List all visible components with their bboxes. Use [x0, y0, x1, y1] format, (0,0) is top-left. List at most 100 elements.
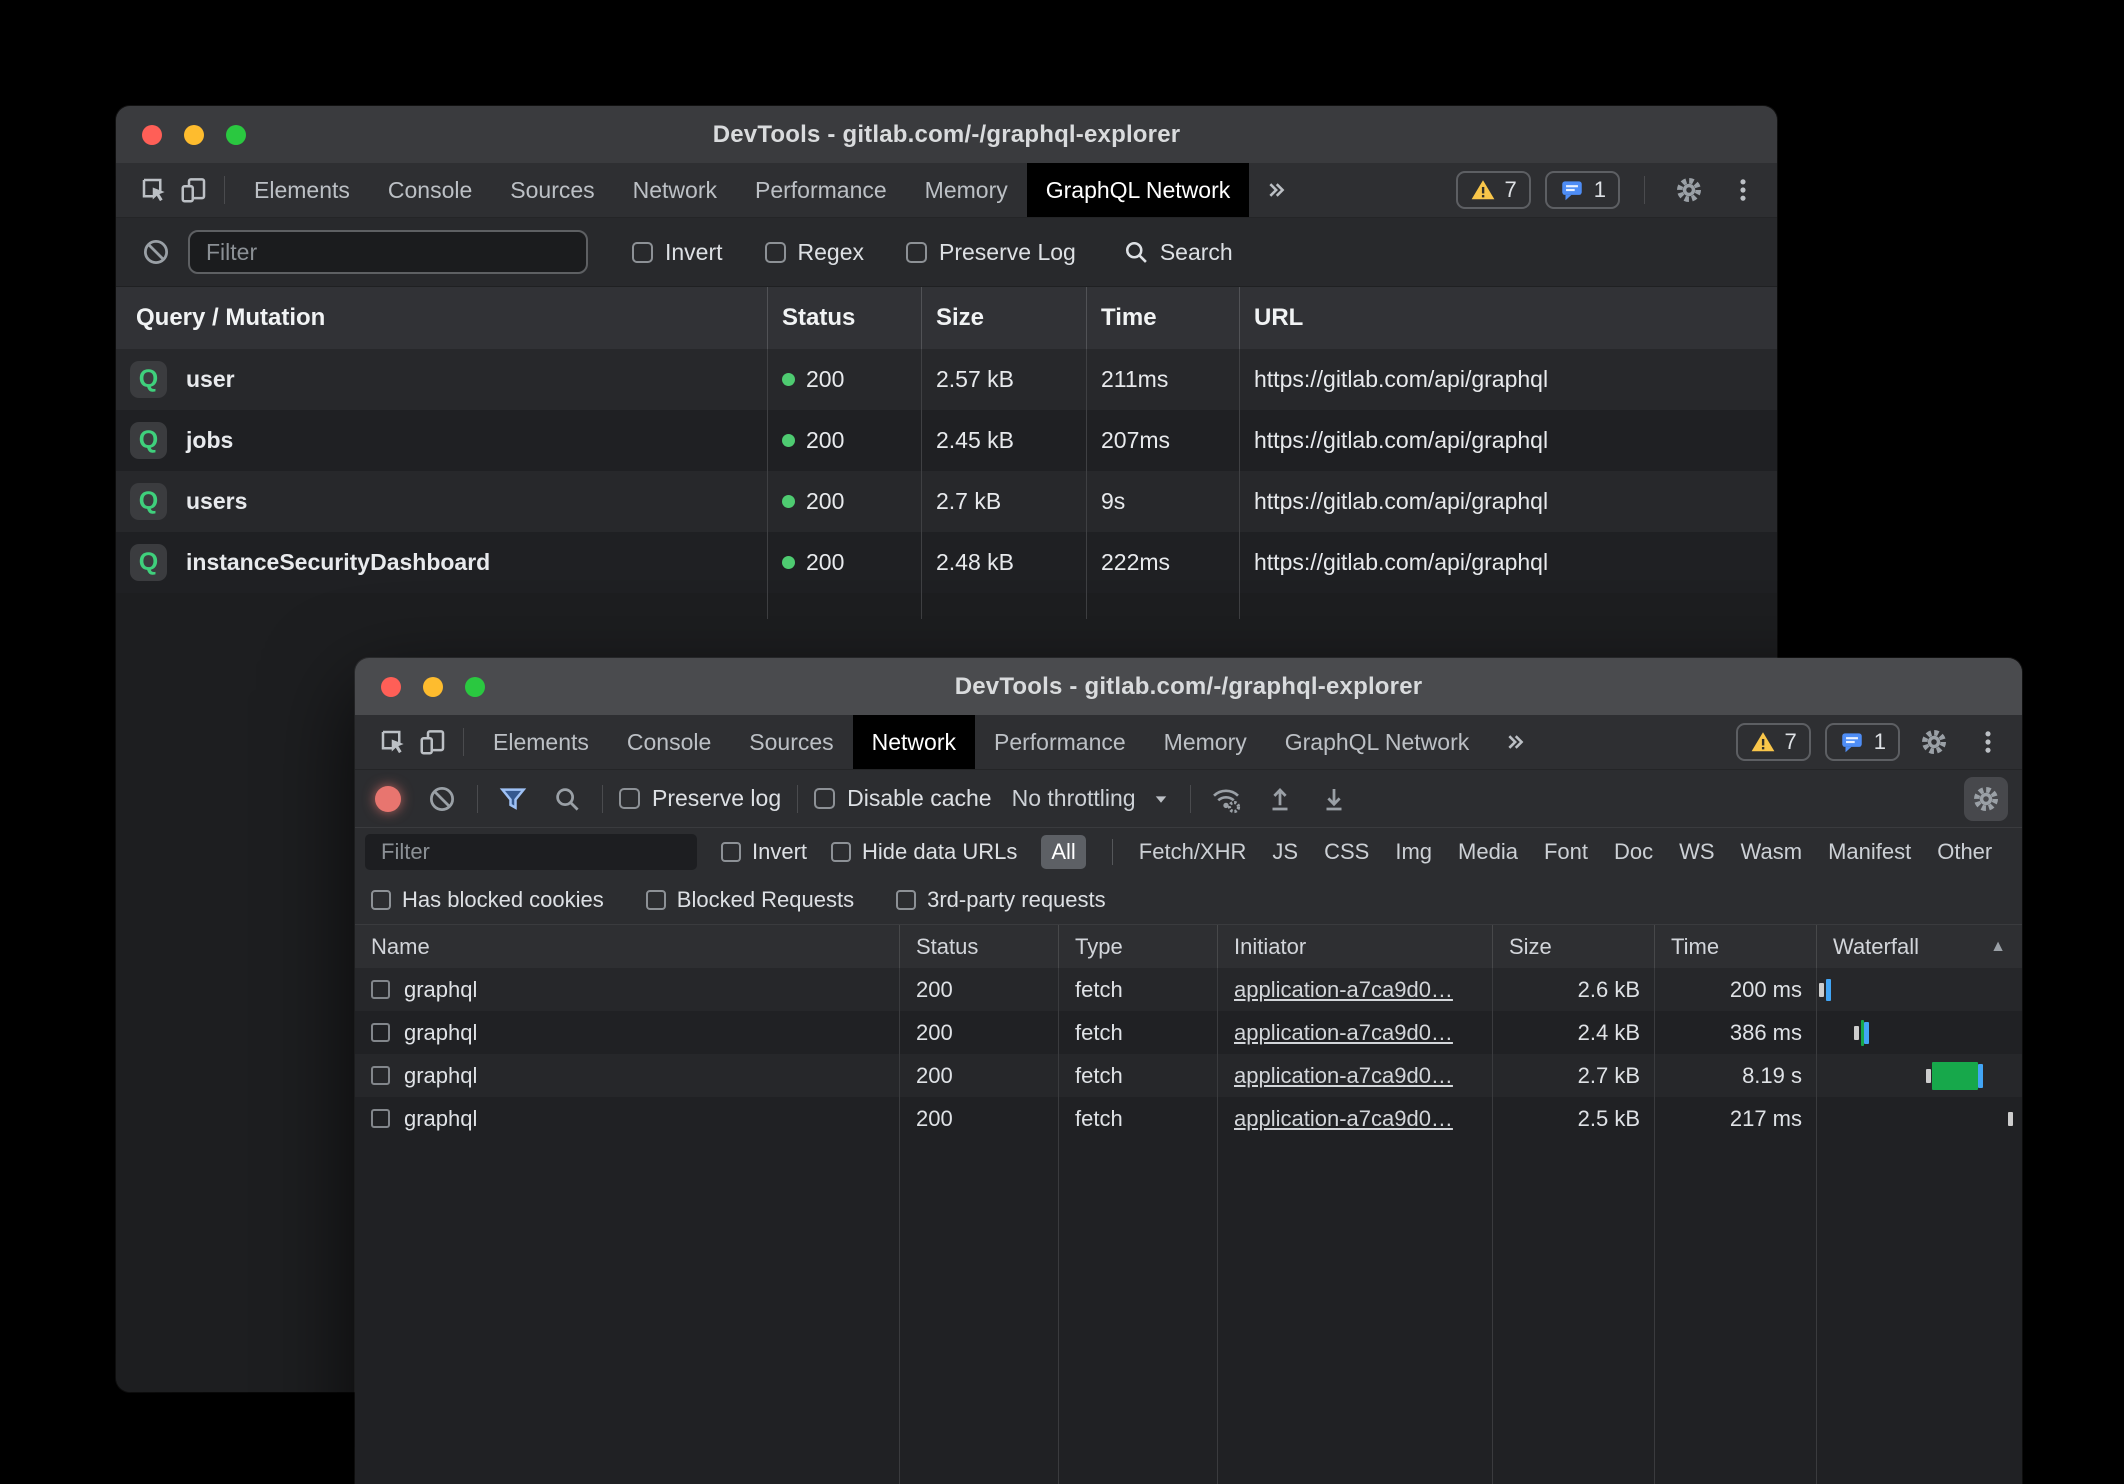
- type-filter-wasm[interactable]: Wasm: [1741, 839, 1803, 865]
- table-row[interactable]: Qusers 200 2.7 kB 9s https://gitlab.com/…: [116, 471, 1777, 532]
- export-har-icon[interactable]: [1315, 780, 1353, 818]
- hide-data-urls-checkbox[interactable]: Hide data URLs: [831, 839, 1017, 865]
- checkbox[interactable]: [619, 788, 640, 809]
- invert-checkbox[interactable]: Invert: [721, 839, 807, 865]
- checkbox[interactable]: [371, 890, 391, 910]
- column-header-size[interactable]: Size: [1492, 925, 1654, 968]
- waterfall-cell[interactable]: [1816, 968, 2022, 1011]
- minimize-button[interactable]: [423, 677, 443, 697]
- kebab-menu-icon[interactable]: [1723, 170, 1763, 210]
- row-checkbox[interactable]: [371, 1066, 390, 1085]
- type-filter-manifest[interactable]: Manifest: [1828, 839, 1911, 865]
- type-filter-font[interactable]: Font: [1544, 839, 1588, 865]
- waterfall-cell[interactable]: [1816, 1097, 2022, 1140]
- kebab-menu-icon[interactable]: [1968, 722, 2008, 762]
- clear-icon[interactable]: [423, 780, 461, 818]
- has-blocked-cookies-checkbox[interactable]: Has blocked cookies: [371, 887, 604, 913]
- row-checkbox[interactable]: [371, 1023, 390, 1042]
- checkbox[interactable]: [831, 842, 851, 862]
- minimize-button[interactable]: [184, 125, 204, 145]
- initiator-link[interactable]: application-a7ca9d0…: [1234, 1063, 1453, 1089]
- third-party-requests-checkbox[interactable]: 3rd-party requests: [896, 887, 1106, 913]
- tab-graphql-network[interactable]: GraphQL Network: [1027, 163, 1250, 217]
- tab-graphql-network[interactable]: GraphQL Network: [1266, 715, 1489, 769]
- tab-network[interactable]: Network: [853, 715, 975, 769]
- type-filter-ws[interactable]: WS: [1679, 839, 1714, 865]
- more-tabs-icon[interactable]: [1249, 176, 1301, 204]
- tab-sources[interactable]: Sources: [730, 715, 852, 769]
- tab-elements[interactable]: Elements: [235, 163, 369, 217]
- row-checkbox[interactable]: [371, 1109, 390, 1128]
- device-toolbar-icon[interactable]: [413, 722, 453, 762]
- regex-checkbox[interactable]: Regex: [765, 239, 864, 266]
- device-toolbar-icon[interactable]: [174, 170, 214, 210]
- inspect-icon[interactable]: [373, 722, 413, 762]
- tab-elements[interactable]: Elements: [474, 715, 608, 769]
- filter-funnel-icon[interactable]: [494, 780, 532, 818]
- settings-gear-icon[interactable]: [1914, 722, 1954, 762]
- close-button[interactable]: [142, 125, 162, 145]
- invert-checkbox[interactable]: Invert: [632, 239, 723, 266]
- blocked-requests-checkbox[interactable]: Blocked Requests: [646, 887, 854, 913]
- issues-badge[interactable]: 1: [1545, 171, 1620, 209]
- checkbox[interactable]: [646, 890, 666, 910]
- type-filter-other[interactable]: Other: [1937, 839, 1992, 865]
- settings-gear-icon[interactable]: [1669, 170, 1709, 210]
- initiator-link[interactable]: application-a7ca9d0…: [1234, 1020, 1453, 1046]
- type-filter-fetch-xhr[interactable]: Fetch/XHR: [1139, 839, 1247, 865]
- throttling-select[interactable]: No throttling: [1008, 785, 1174, 812]
- request-row[interactable]: graphql 200 fetch application-a7ca9d0… 2…: [355, 1097, 2022, 1140]
- network-filter-input[interactable]: [365, 834, 697, 870]
- column-header-query-mutation[interactable]: Query / Mutation: [116, 287, 767, 349]
- network-settings-gear-icon[interactable]: [1964, 777, 2008, 821]
- column-header-status[interactable]: Status: [767, 287, 921, 349]
- disable-cache-checkbox[interactable]: Disable cache: [814, 785, 991, 812]
- tab-memory[interactable]: Memory: [1145, 715, 1266, 769]
- checkbox[interactable]: [632, 242, 653, 263]
- type-filter-all[interactable]: All: [1041, 835, 1085, 869]
- type-filter-media[interactable]: Media: [1458, 839, 1518, 865]
- search-toggle[interactable]: Search: [1122, 238, 1233, 266]
- preserve-log-checkbox[interactable]: Preserve log: [619, 785, 781, 812]
- tab-console[interactable]: Console: [608, 715, 730, 769]
- column-header-status[interactable]: Status: [899, 925, 1058, 968]
- table-row[interactable]: Qjobs 200 2.45 kB 207ms https://gitlab.c…: [116, 410, 1777, 471]
- request-row[interactable]: graphql 200 fetch application-a7ca9d0… 2…: [355, 1054, 2022, 1097]
- table-row[interactable]: QinstanceSecurityDashboard 200 2.48 kB 2…: [116, 532, 1777, 593]
- type-filter-css[interactable]: CSS: [1324, 839, 1369, 865]
- inspect-icon[interactable]: [134, 170, 174, 210]
- zoom-button[interactable]: [465, 677, 485, 697]
- column-header-type[interactable]: Type: [1058, 925, 1217, 968]
- column-header-name[interactable]: Name: [355, 925, 899, 968]
- tab-performance[interactable]: Performance: [975, 715, 1145, 769]
- type-filter-doc[interactable]: Doc: [1614, 839, 1653, 865]
- checkbox[interactable]: [896, 890, 916, 910]
- column-header-url[interactable]: URL: [1239, 287, 1777, 349]
- more-tabs-icon[interactable]: [1488, 728, 1540, 756]
- tab-memory[interactable]: Memory: [906, 163, 1027, 217]
- preserve-log-checkbox[interactable]: Preserve Log: [906, 239, 1076, 266]
- column-header-waterfall[interactable]: Waterfall ▲: [1816, 925, 2022, 968]
- initiator-link[interactable]: application-a7ca9d0…: [1234, 977, 1453, 1003]
- tab-performance[interactable]: Performance: [736, 163, 906, 217]
- checkbox[interactable]: [721, 842, 741, 862]
- tab-console[interactable]: Console: [369, 163, 491, 217]
- issues-badge[interactable]: 1: [1825, 723, 1900, 761]
- warnings-badge[interactable]: 7: [1456, 171, 1531, 209]
- search-icon[interactable]: [548, 780, 586, 818]
- column-header-initiator[interactable]: Initiator: [1217, 925, 1492, 968]
- type-filter-js[interactable]: JS: [1272, 839, 1298, 865]
- zoom-button[interactable]: [226, 125, 246, 145]
- clear-icon[interactable]: [136, 232, 176, 272]
- waterfall-cell[interactable]: [1816, 1011, 2022, 1054]
- record-icon[interactable]: [375, 786, 401, 812]
- checkbox[interactable]: [814, 788, 835, 809]
- column-header-time[interactable]: Time: [1086, 287, 1239, 349]
- checkbox[interactable]: [906, 242, 927, 263]
- column-header-size[interactable]: Size: [921, 287, 1086, 349]
- network-conditions-icon[interactable]: [1207, 780, 1245, 818]
- row-checkbox[interactable]: [371, 980, 390, 999]
- checkbox[interactable]: [765, 242, 786, 263]
- table-row[interactable]: Quser 200 2.57 kB 211ms https://gitlab.c…: [116, 349, 1777, 410]
- warnings-badge[interactable]: 7: [1736, 723, 1811, 761]
